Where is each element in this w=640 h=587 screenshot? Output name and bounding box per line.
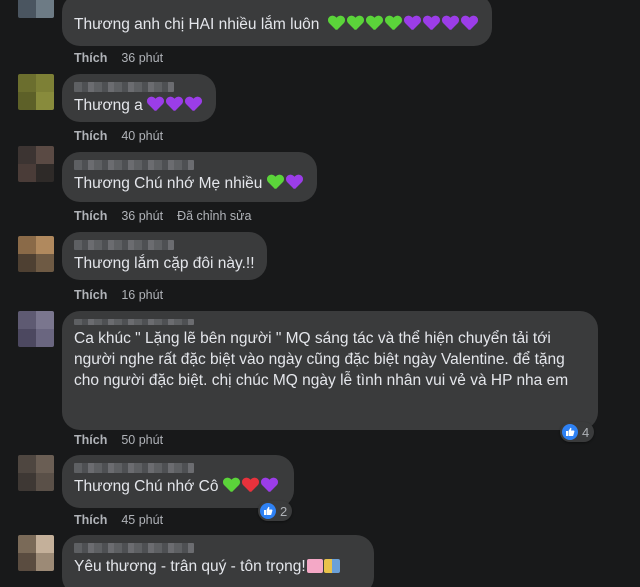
purple-heart-icon <box>404 15 421 31</box>
comment-text: Thương a <box>74 97 148 114</box>
like-button[interactable]: Thích <box>74 51 107 65</box>
author-name[interactable] <box>74 240 174 250</box>
green-heart-icon <box>366 15 383 31</box>
green-heart-icon <box>385 15 402 31</box>
comment-bubble: Thương Chú nhớ Mẹ nhiều <box>62 152 317 202</box>
comment-actions: Thích 36 phút <box>74 51 163 65</box>
timestamp[interactable]: 50 phút <box>121 433 163 447</box>
green-heart-icon <box>328 15 345 31</box>
like-button[interactable]: Thích <box>74 433 107 447</box>
avatar[interactable] <box>18 0 54 18</box>
avatar[interactable] <box>18 535 54 571</box>
timestamp[interactable]: 16 phút <box>121 288 163 302</box>
heart-emoji-row <box>223 478 280 495</box>
purple-heart-icon <box>185 96 202 112</box>
purple-heart-icon <box>461 15 478 31</box>
reaction-summary[interactable]: 4 <box>560 422 595 442</box>
couple-icon <box>323 559 340 573</box>
comment-text: Thương lắm cặp đôi này.!! <box>74 255 255 272</box>
comment-actions: Thích 16 phút <box>74 288 163 302</box>
comment-text: Thương Chú nhớ Cô <box>74 478 223 495</box>
like-button[interactable]: Thích <box>74 209 107 223</box>
heart-emoji-row <box>267 175 305 192</box>
purple-heart-icon <box>423 15 440 31</box>
comment-bubble: Thương lắm cặp đôi này.!! <box>62 232 267 280</box>
author-name[interactable] <box>74 319 194 325</box>
comment-actions: Thích 50 phút <box>74 433 163 447</box>
comment-text: Thương anh chị HAI nhiều lắm luôn <box>74 16 324 33</box>
comment-bubble: Yêu thương - trân quý - tôn trọng! <box>62 535 374 587</box>
like-button[interactable]: Thích <box>74 288 107 302</box>
avatar[interactable] <box>18 455 54 491</box>
avatar[interactable] <box>18 74 54 110</box>
reaction-count: 4 <box>582 424 590 440</box>
avatar[interactable] <box>18 236 54 272</box>
like-reaction-icon <box>260 503 276 519</box>
red-heart-icon <box>242 477 259 493</box>
love-letter-icon <box>306 559 323 573</box>
purple-heart-icon <box>286 174 303 190</box>
purple-heart-icon <box>442 15 459 31</box>
timestamp[interactable]: 45 phút <box>121 513 163 527</box>
reaction-summary[interactable]: 2 <box>258 501 293 521</box>
comment-text: Thương Chú nhớ Mẹ nhiều <box>74 175 267 192</box>
avatar[interactable] <box>18 311 54 347</box>
comment-text: Ca khúc " Lặng lẽ bên người " MQ sáng tá… <box>74 330 570 389</box>
comment-text: Yêu thương - trân quý - tôn trọng! <box>74 558 306 575</box>
purple-heart-icon <box>261 477 278 493</box>
like-button[interactable]: Thích <box>74 513 107 527</box>
green-heart-icon <box>267 174 284 190</box>
reaction-count: 2 <box>280 503 288 519</box>
purple-heart-icon <box>147 96 164 112</box>
heart-emoji-row <box>147 97 204 114</box>
comment-actions: Thích 45 phút <box>74 513 163 527</box>
green-heart-icon <box>223 477 240 493</box>
heart-emoji-row <box>324 16 480 33</box>
green-heart-icon <box>347 15 364 31</box>
timestamp[interactable]: 36 phút <box>121 209 163 223</box>
purple-heart-icon <box>166 96 183 112</box>
comment-bubble: Thương a <box>62 74 217 122</box>
timestamp[interactable]: 36 phút <box>121 51 163 65</box>
comment-bubble: Thương Chú nhớ Cô <box>62 455 294 508</box>
author-name[interactable] <box>74 160 194 170</box>
comment-bubble: Thương anh chị HAI nhiều lắm luôn <box>62 0 493 46</box>
comment-actions: Thích 36 phút Đã chỉnh sửa <box>74 209 251 223</box>
timestamp[interactable]: 40 phút <box>121 129 163 143</box>
avatar[interactable] <box>18 146 54 182</box>
author-name[interactable] <box>74 82 174 92</box>
author-name[interactable] <box>74 463 194 473</box>
like-button[interactable]: Thích <box>74 129 107 143</box>
author-name[interactable] <box>74 543 194 553</box>
edited-label[interactable]: Đã chỉnh sửa <box>177 209 251 223</box>
comment-actions: Thích 40 phút <box>74 129 163 143</box>
like-reaction-icon <box>562 424 578 440</box>
comment-bubble: Ca khúc " Lặng lẽ bên người " MQ sáng tá… <box>62 311 598 430</box>
